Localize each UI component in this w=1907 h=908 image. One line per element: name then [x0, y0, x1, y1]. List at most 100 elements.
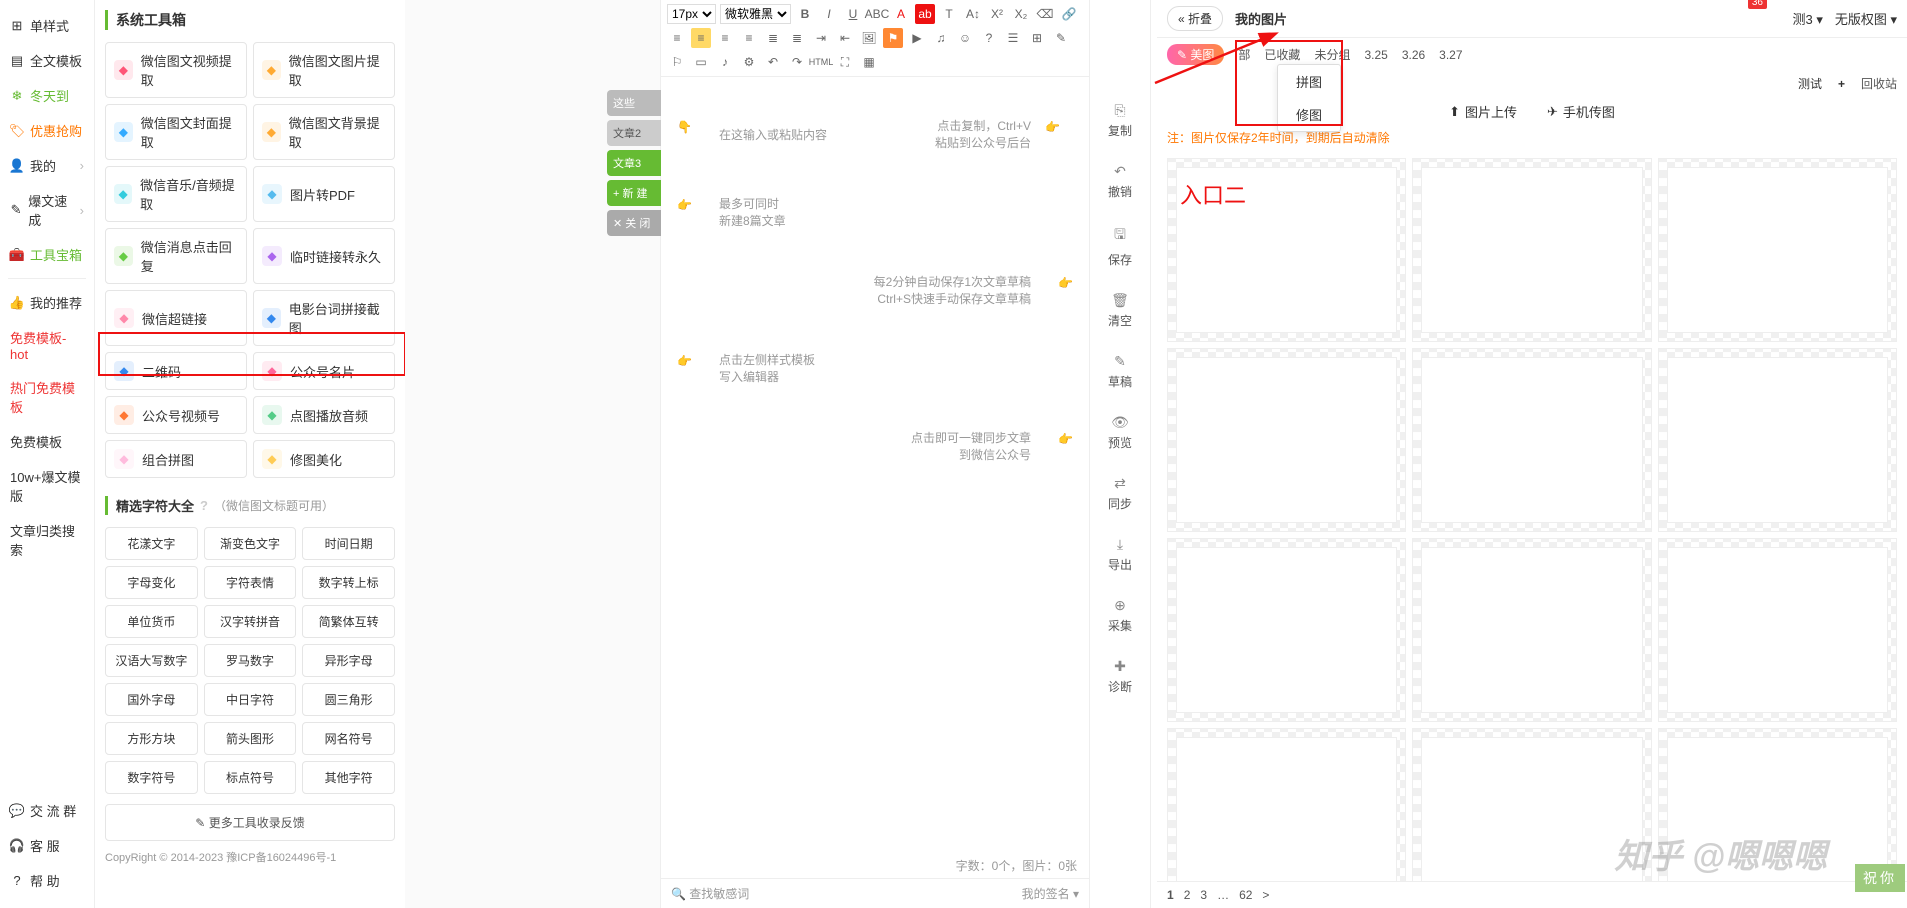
tool-公众号名片[interactable]: ◆公众号名片 — [253, 352, 395, 390]
align-left-icon[interactable]: ≡ — [667, 28, 687, 48]
char-简繁体互转[interactable]: 简繁体互转 — [302, 605, 395, 638]
nav-我的推荐[interactable]: 👍我的推荐 — [0, 285, 94, 320]
align-right-icon[interactable]: ≡ — [715, 28, 735, 48]
char-中日字符[interactable]: 中日字符 — [204, 683, 297, 716]
pager-3[interactable]: 3 — [1200, 888, 1207, 902]
char-时间日期[interactable]: 时间日期 — [302, 527, 395, 560]
code-icon[interactable]: ? — [979, 28, 999, 48]
nav-单样式[interactable]: ⊞单样式 — [0, 8, 94, 43]
image-thumb[interactable] — [1658, 538, 1897, 722]
char-国外字母[interactable]: 国外字母 — [105, 683, 198, 716]
action-清空[interactable]: 🗑清空 — [1090, 280, 1150, 341]
indent-icon[interactable]: ⇥ — [811, 28, 831, 48]
char-字母变化[interactable]: 字母变化 — [105, 566, 198, 599]
tool-微信图文图片提取[interactable]: ◆微信图文图片提取 — [253, 42, 395, 98]
nav-冬天到[interactable]: ❄冬天到 — [0, 78, 94, 113]
dropdown-xiutu[interactable]: 修图 — [1278, 98, 1340, 131]
pager-…[interactable]: … — [1217, 888, 1229, 902]
nav-热门免费模板[interactable]: 热门免费模板 — [0, 370, 94, 424]
recycle-bin[interactable]: 回收站 — [1861, 75, 1897, 92]
action-诊断[interactable]: ✚诊断 — [1090, 646, 1150, 707]
tool-微信图文封面提取[interactable]: ◆微信图文封面提取 — [105, 104, 247, 160]
image-thumb[interactable] — [1412, 728, 1651, 881]
filter-all[interactable]: 部 — [1238, 46, 1250, 63]
sup-icon[interactable]: X² — [987, 4, 1007, 24]
tool-微信音乐/音频提取[interactable]: ◆微信音乐/音频提取 — [105, 166, 247, 222]
tool-点图播放音频[interactable]: ◆点图播放音频 — [253, 396, 395, 434]
tool-微信图文背景提取[interactable]: ◆微信图文背景提取 — [253, 104, 395, 160]
char-数字符号[interactable]: 数字符号 — [105, 761, 198, 794]
char-罗马数字[interactable]: 罗马数字 — [204, 644, 297, 677]
clear-format-icon[interactable]: ⌫ — [1035, 4, 1055, 24]
meitu-button[interactable]: ✎ 美图 — [1167, 44, 1224, 65]
collapse-button[interactable]: « 折叠 — [1167, 6, 1223, 31]
action-保存[interactable]: 🖫保存 — [1090, 212, 1150, 280]
filter-ungroup[interactable]: 未分组 — [1314, 46, 1350, 63]
more-feedback-button[interactable]: ✎ 更多工具收录反馈 — [105, 804, 395, 841]
pager-62[interactable]: 62 — [1239, 888, 1252, 902]
upload-image-button[interactable]: ⬆ 图片上传 — [1449, 102, 1517, 121]
outdent-icon[interactable]: ⇤ — [835, 28, 855, 48]
image-thumb[interactable] — [1658, 728, 1897, 881]
doc-tab-3[interactable]: + 新 建 — [607, 180, 661, 206]
list-ul-icon[interactable]: ≣ — [763, 28, 783, 48]
bold-icon[interactable]: B — [795, 4, 815, 24]
bg-color-icon[interactable]: ab — [915, 4, 935, 24]
card-icon[interactable]: ▭ — [691, 52, 711, 72]
emoji-icon[interactable]: ☺ — [955, 28, 975, 48]
image-thumb[interactable] — [1658, 158, 1897, 342]
text-icon[interactable]: T — [939, 4, 959, 24]
pen-icon[interactable]: ✎ — [1051, 28, 1071, 48]
redo-icon[interactable]: ↷ — [787, 52, 807, 72]
flag-icon[interactable]: ⚐ — [667, 52, 687, 72]
char-汉语大写数字[interactable]: 汉语大写数字 — [105, 644, 198, 677]
doc-tab-1[interactable]: 文章2 — [607, 120, 661, 146]
fullscreen-icon[interactable]: ⛶ — [835, 52, 855, 72]
nav-交 流 群[interactable]: 💬交 流 群 — [0, 793, 95, 828]
char-数字转上标[interactable]: 数字转上标 — [302, 566, 395, 599]
action-导出[interactable]: ⤓导出 — [1090, 524, 1150, 585]
pager->[interactable]: > — [1262, 888, 1269, 902]
align-justify-icon[interactable]: ≡ — [739, 28, 759, 48]
grid-icon[interactable]: ▦ — [859, 52, 879, 72]
char-花漾文字[interactable]: 花漾文字 — [105, 527, 198, 560]
undo-icon[interactable]: ↶ — [763, 52, 783, 72]
font-size-icon[interactable]: A↕ — [963, 4, 983, 24]
char-异形字母[interactable]: 异形字母 — [302, 644, 395, 677]
more-icon[interactable]: ☰ — [1003, 28, 1023, 48]
bookmark-icon[interactable]: ⚑ — [883, 28, 903, 48]
add-button[interactable]: + — [1838, 77, 1845, 91]
tab-test3[interactable]: 测3 ▾ — [1792, 9, 1822, 28]
char-箭头图形[interactable]: 箭头图形 — [204, 722, 297, 755]
audio-icon[interactable]: ♫ — [931, 28, 951, 48]
underline-icon[interactable]: U — [843, 4, 863, 24]
my-signature[interactable]: 我的签名 ▾ — [1022, 885, 1079, 902]
tool-组合拼图[interactable]: ◆组合拼图 — [105, 440, 247, 478]
char-单位货币[interactable]: 单位货币 — [105, 605, 198, 638]
font-color-icon[interactable]: A — [891, 4, 911, 24]
html-icon[interactable]: HTML — [811, 52, 831, 72]
action-采集[interactable]: ⊕采集 — [1090, 585, 1150, 646]
action-撤销[interactable]: ↶撤销 — [1090, 151, 1150, 212]
sub-icon[interactable]: X₂ — [1011, 4, 1031, 24]
editor-body[interactable]: 👇 在这输入或粘贴内容 点击复制，Ctrl+V粘贴到公众号后台 👉 👉 最多可同… — [661, 77, 1089, 853]
tool-二维码[interactable]: ◆二维码 — [105, 352, 247, 390]
char-网名符号[interactable]: 网名符号 — [302, 722, 395, 755]
nav-优惠抢购[interactable]: 🏷优惠抢购 — [0, 113, 94, 148]
test-link[interactable]: 测试 — [1798, 75, 1822, 92]
image-thumb[interactable] — [1167, 728, 1406, 881]
action-草稿[interactable]: ✎草稿 — [1090, 341, 1150, 402]
pager-1[interactable]: 1 — [1167, 888, 1174, 902]
link-icon[interactable]: 🔗 — [1059, 4, 1079, 24]
image-thumb[interactable] — [1412, 538, 1651, 722]
action-预览[interactable]: 👁预览 — [1090, 402, 1150, 463]
strike-icon[interactable]: ABC — [867, 4, 887, 24]
italic-icon[interactable]: I — [819, 4, 839, 24]
tool-图片转PDF[interactable]: ◆图片转PDF — [253, 166, 395, 222]
filter-fav[interactable]: 已收藏 — [1264, 46, 1300, 63]
font-family-select[interactable]: 微软雅黑 — [720, 4, 791, 24]
nav-免费模板-hot[interactable]: 免费模板-hot — [0, 320, 94, 370]
char-渐变色文字[interactable]: 渐变色文字 — [204, 527, 297, 560]
image-icon[interactable]: 🖼 — [859, 28, 879, 48]
tool-微信消息点击回复[interactable]: ◆微信消息点击回复 — [105, 228, 247, 284]
